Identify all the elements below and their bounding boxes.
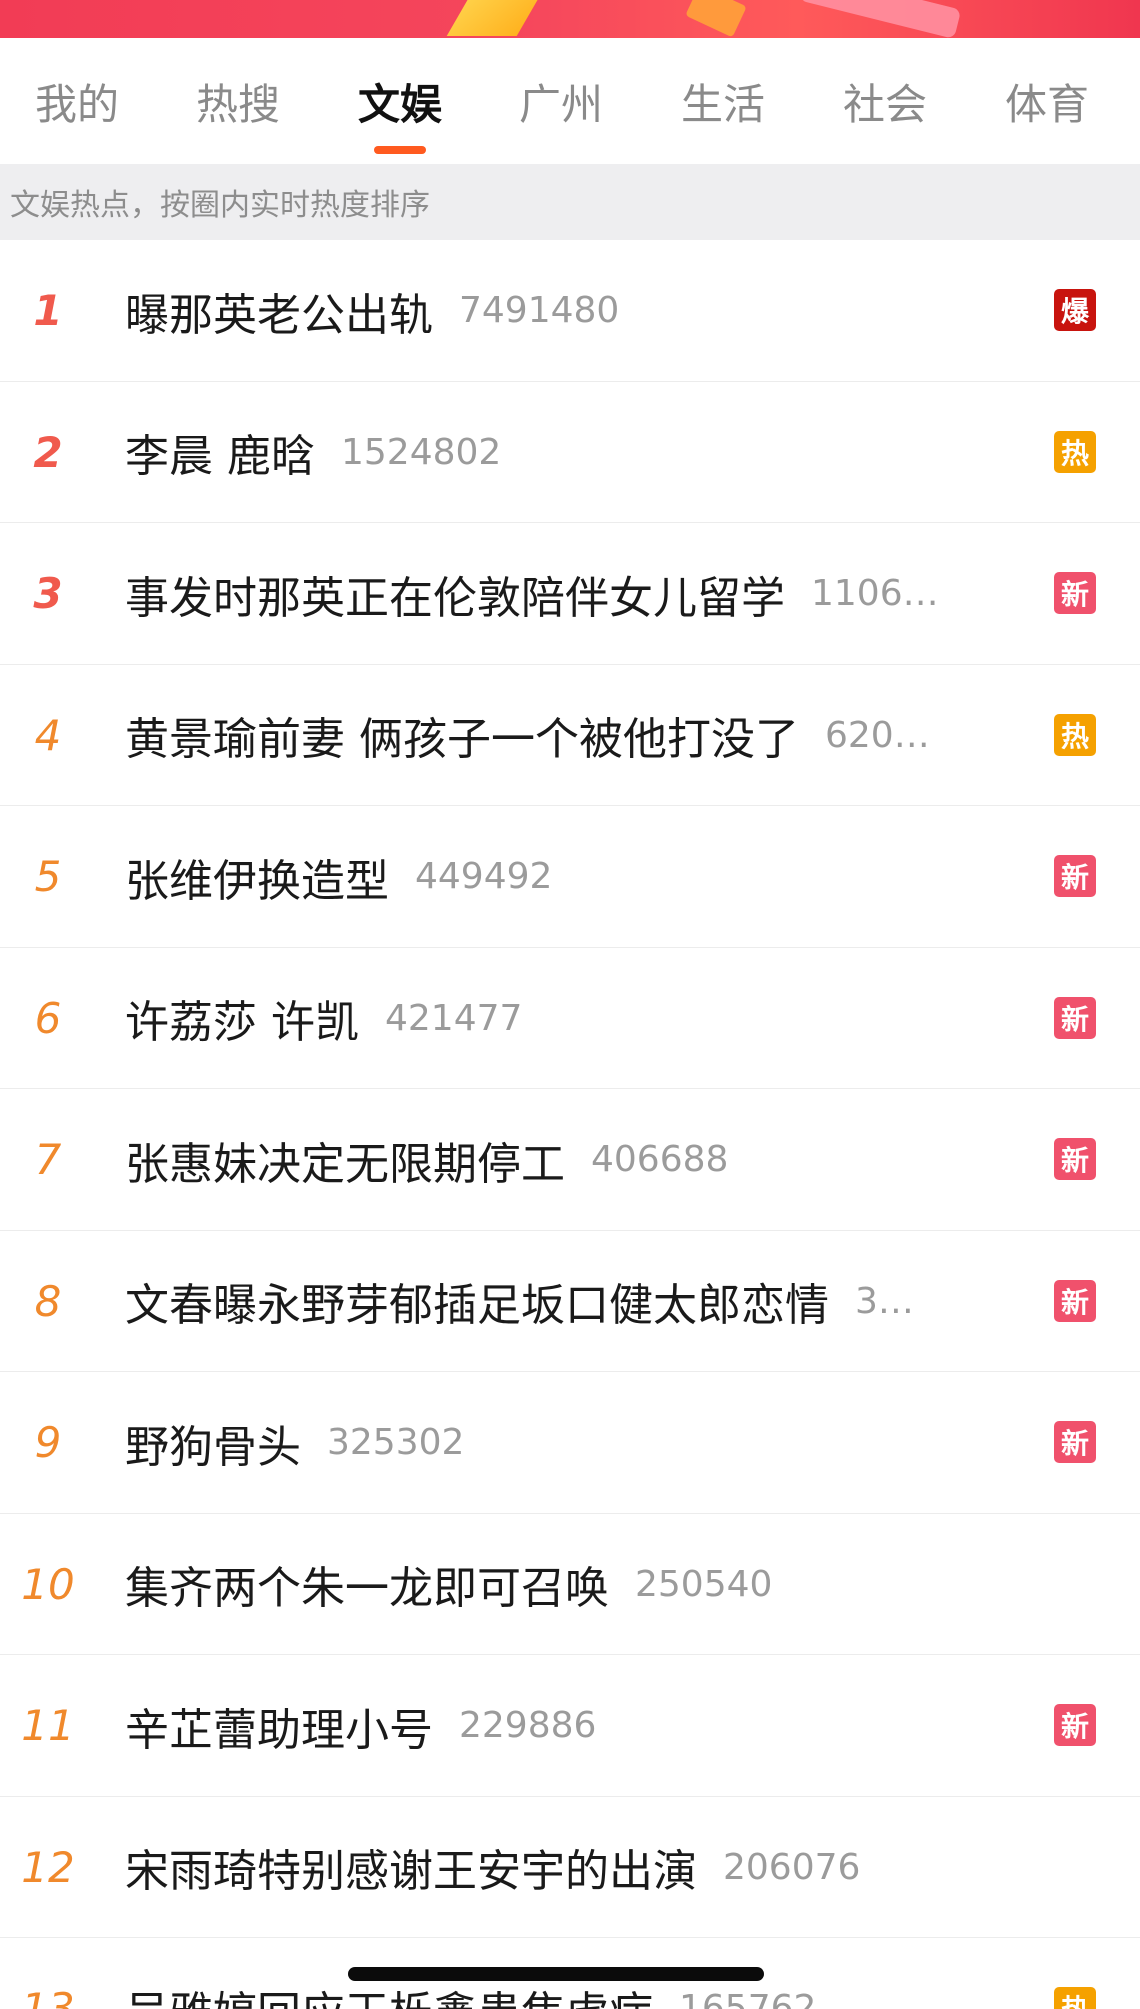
new-badge: 新 [1054,1421,1096,1464]
heat-count: 7491480 [459,290,620,332]
list-item[interactable]: 7 张惠妹决定无限期停工 406688 新 [0,1089,1140,1231]
list-item[interactable]: 5 张维伊换造型 449492 新 [0,806,1140,948]
heat-count: 1106… [811,573,939,615]
list-item[interactable]: 2 李晨 鹿晗 1524802 热 [0,381,1140,523]
tab-life[interactable]: 生活 [668,38,778,164]
banner-decoration [798,0,962,38]
heat-count: 449492 [415,856,553,898]
topic-title: 曝那英老公出轨 [125,289,433,341]
rank-number: 5 [34,852,62,902]
tab-hot-search[interactable]: 热搜 [183,38,293,164]
topic-title: 集齐两个朱一龙即可召唤 [125,1563,609,1615]
banner-decoration [446,0,544,36]
top-banner [0,0,1140,38]
heat-count: 325302 [327,1422,465,1464]
rank-number: 9 [34,1418,62,1468]
topic-title: 宋雨琦特别感谢王安宇的出演 [125,1846,697,1898]
banner-decoration [685,0,747,38]
topic-title: 辛芷蕾助理小号 [125,1704,433,1756]
heat-count: 206076 [723,1846,861,1888]
rank-number: 3 [33,569,63,619]
rank-number: 10 [21,1559,75,1609]
list-item[interactable]: 10 集齐两个朱一龙即可召唤 250540 [0,1513,1140,1655]
new-badge: 新 [1054,996,1096,1039]
tab-mine[interactable]: 我的 [22,38,132,164]
heat-count: 3… [855,1280,914,1322]
list-item[interactable]: 4 黄景瑜前妻 俩孩子一个被他打没了 620… 热 [0,664,1140,806]
topic-title: 吴雅婷回应王栎鑫患焦虑症 [125,1977,653,2009]
rank-number: 7 [34,1135,62,1185]
heat-count: 421477 [385,997,523,1039]
new-badge: 新 [1054,572,1096,615]
rank-number: 8 [34,1276,62,1326]
topic-title: 文春曝永野芽郁插足坂口健太郎恋情 [125,1280,829,1332]
rank-number: 11 [21,1701,75,1751]
topic-title: 李晨 鹿晗 [125,431,315,483]
new-badge: 新 [1054,1279,1096,1322]
tab-guangzhou[interactable]: 广州 [506,38,616,164]
list-item[interactable]: 6 许荔莎 许凯 421477 新 [0,947,1140,1089]
new-badge: 新 [1054,1138,1096,1181]
heat-count: 165762 [679,1988,817,2009]
topic-title: 许荔莎 许凯 [125,997,359,1049]
list-item[interactable]: 9 野狗骨头 325302 新 [0,1372,1140,1514]
list-item[interactable]: 12 宋雨琦特别感谢王安宇的出演 206076 [0,1796,1140,1938]
hot-badge: 热 [1054,713,1096,756]
heat-count: 229886 [459,1705,597,1747]
list-item[interactable]: 1 曝那英老公出轨 7491480 爆 [0,240,1140,382]
active-tab-indicator [374,146,426,154]
topic-title: 张惠妹决定无限期停工 [125,1138,565,1190]
topic-title: 张维伊换造型 [125,855,389,907]
rank-number: 1 [33,286,63,336]
rank-number: 13 [21,1984,75,2009]
explosive-badge: 爆 [1054,289,1096,332]
category-tabs: 我的 热搜 文娱 广州 生活 社会 体育 [0,38,1140,164]
list-item[interactable]: 8 文春曝永野芽郁插足坂口健太郎恋情 3… 新 [0,1230,1140,1372]
heat-count: 620… [825,714,930,756]
topic-title: 事发时那英正在伦敦陪伴女儿留学 [125,572,785,624]
heat-count: 406688 [591,1139,729,1181]
heat-count: 250540 [635,1563,773,1605]
hot-badge: 热 [1054,430,1096,473]
home-indicator[interactable] [348,1967,764,1981]
rank-number: 6 [34,993,62,1043]
heat-count: 1524802 [341,431,502,473]
hot-badge: 热 [1054,1987,1096,2009]
topic-title: 野狗骨头 [125,1421,301,1473]
tab-sports[interactable]: 体育 [992,38,1102,164]
new-badge: 新 [1054,855,1096,898]
rank-number: 4 [34,710,62,760]
topic-title: 黄景瑜前妻 俩孩子一个被他打没了 [125,714,799,766]
list-item[interactable]: 11 辛芷蕾助理小号 229886 新 [0,1655,1140,1797]
tab-society[interactable]: 社会 [830,38,940,164]
list-item[interactable]: 3 事发时那英正在伦敦陪伴女儿留学 1106… 新 [0,523,1140,665]
rank-number: 2 [33,427,63,477]
hot-list: 1 曝那英老公出轨 7491480 爆 2 李晨 鹿晗 1524802 热 3 事发… [0,240,1140,2009]
rank-number: 12 [21,1842,75,1892]
list-description: 文娱热点，按圈内实时热度排序 [0,164,1140,240]
new-badge: 新 [1054,1704,1096,1747]
